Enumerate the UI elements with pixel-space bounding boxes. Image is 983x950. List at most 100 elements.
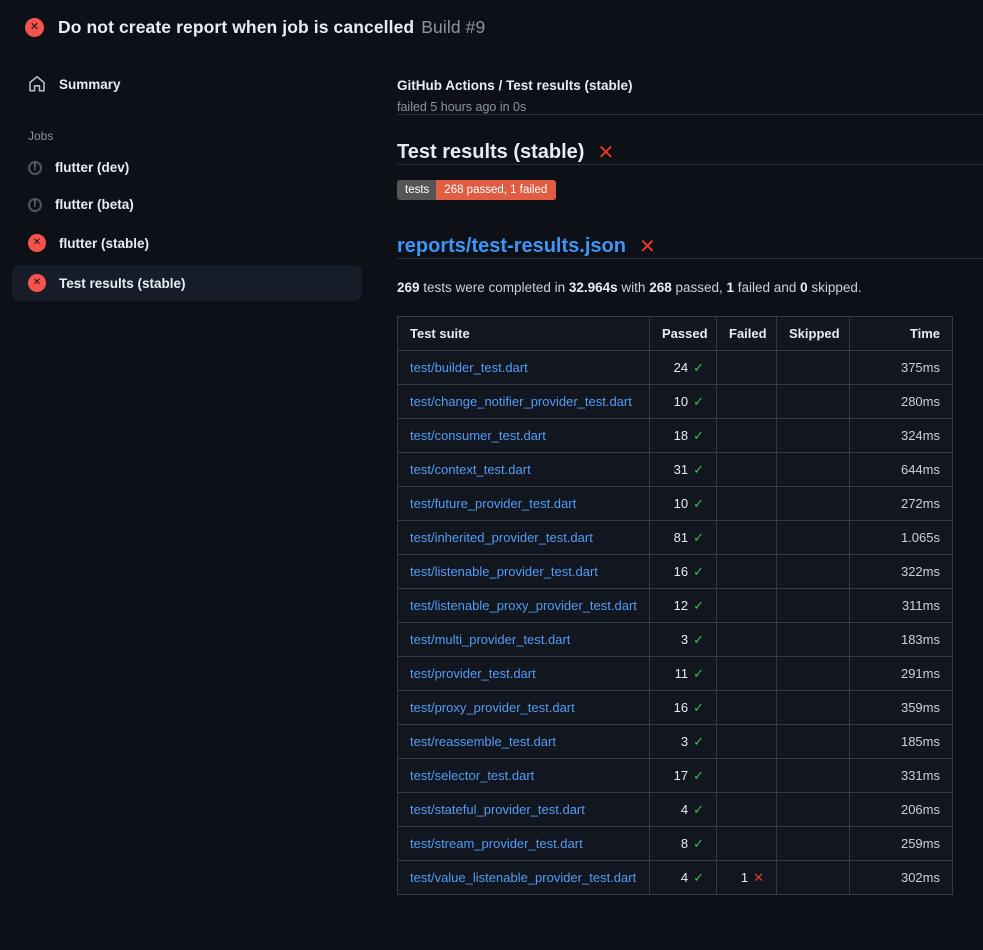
- main-content: GitHub Actions / Test results (stable) f…: [362, 50, 983, 895]
- divider: [397, 114, 983, 115]
- sidebar-item-job[interactable]: ✕ flutter (stable): [12, 225, 362, 261]
- report-file-link[interactable]: reports/test-results.json: [397, 235, 626, 258]
- build-header: ✕ Do not create report when job is cance…: [0, 0, 983, 50]
- breadcrumb: GitHub Actions / Test results (stable): [397, 78, 983, 93]
- page-title: Do not create report when job is cancell…: [58, 17, 485, 38]
- check-icon: ✓: [693, 462, 704, 477]
- badge-value: 268 passed, 1 failed: [436, 180, 556, 200]
- sidebar-item-job[interactable]: ✕ Test results (stable): [12, 265, 362, 301]
- time-value: 644ms: [850, 453, 953, 487]
- check-icon: ✓: [693, 564, 704, 579]
- x-icon: ✕: [753, 870, 764, 885]
- time-value: 302ms: [850, 861, 953, 895]
- time-value: 1.065s: [850, 521, 953, 555]
- job-label: flutter (stable): [59, 236, 149, 251]
- section-title: Test results (stable): [397, 141, 584, 164]
- divider: [397, 258, 983, 259]
- check-icon: ✓: [693, 530, 704, 545]
- test-suite-link[interactable]: test/provider_test.dart: [410, 666, 536, 681]
- check-icon: ✓: [693, 734, 704, 749]
- check-icon: ✓: [693, 496, 704, 511]
- test-suite-link[interactable]: test/listenable_proxy_provider_test.dart: [410, 598, 637, 613]
- table-row: test/consumer_test.dart 18✓ 324ms: [398, 419, 953, 453]
- check-icon: ✓: [693, 394, 704, 409]
- cancelled-icon: !: [28, 198, 42, 212]
- cancelled-icon: !: [28, 161, 42, 175]
- time-value: 291ms: [850, 657, 953, 691]
- table-row: test/multi_provider_test.dart 3✓ 183ms: [398, 623, 953, 657]
- table-row: test/stateful_provider_test.dart 4✓ 206m…: [398, 793, 953, 827]
- test-suite-link[interactable]: test/builder_test.dart: [410, 360, 528, 375]
- build-number: Build #9: [421, 17, 485, 37]
- check-icon: ✓: [693, 802, 704, 817]
- test-suite-link[interactable]: test/inherited_provider_test.dart: [410, 530, 593, 545]
- test-suite-link[interactable]: test/change_notifier_provider_test.dart: [410, 394, 632, 409]
- table-row: test/listenable_provider_test.dart 16✓ 3…: [398, 555, 953, 589]
- check-icon: ✓: [693, 666, 704, 681]
- failed-icon: ✕: [28, 274, 46, 292]
- table-row: test/change_notifier_provider_test.dart …: [398, 385, 953, 419]
- time-value: 331ms: [850, 759, 953, 793]
- sidebar-jobs: ! flutter (dev) ! flutter (beta) ✕ flutt…: [12, 151, 362, 301]
- test-suite-link[interactable]: test/value_listenable_provider_test.dart: [410, 870, 636, 885]
- table-row: test/future_provider_test.dart 10✓ 272ms: [398, 487, 953, 521]
- run-meta: failed 5 hours ago in 0s: [397, 100, 983, 114]
- check-icon: ✓: [693, 836, 704, 851]
- table-row: test/selector_test.dart 17✓ 331ms: [398, 759, 953, 793]
- sidebar-item-summary[interactable]: Summary: [12, 66, 362, 102]
- time-value: 359ms: [850, 691, 953, 725]
- column-header-time: Time: [850, 317, 953, 351]
- column-header-skipped: Skipped: [777, 317, 850, 351]
- failed-icon: ✕: [28, 234, 46, 252]
- time-value: 322ms: [850, 555, 953, 589]
- test-suite-link[interactable]: test/stream_provider_test.dart: [410, 836, 583, 851]
- sidebar: Summary Jobs ! flutter (dev) ! flutter (…: [0, 50, 362, 301]
- table-row: test/reassemble_test.dart 3✓ 185ms: [398, 725, 953, 759]
- table-row: test/value_listenable_provider_test.dart…: [398, 861, 953, 895]
- time-value: 206ms: [850, 793, 953, 827]
- results-table: Test suite Passed Failed Skipped Time te…: [397, 316, 953, 895]
- time-value: 259ms: [850, 827, 953, 861]
- test-suite-link[interactable]: test/future_provider_test.dart: [410, 496, 576, 511]
- test-suite-link[interactable]: test/proxy_provider_test.dart: [410, 700, 575, 715]
- check-icon: ✓: [693, 700, 704, 715]
- table-row: test/context_test.dart 31✓ 644ms: [398, 453, 953, 487]
- column-header-test-suite: Test suite: [398, 317, 650, 351]
- sidebar-item-job[interactable]: ! flutter (beta): [12, 188, 362, 221]
- check-icon: ✓: [693, 428, 704, 443]
- badge-label: tests: [397, 180, 436, 200]
- time-value: 185ms: [850, 725, 953, 759]
- table-row: test/inherited_provider_test.dart 81✓ 1.…: [398, 521, 953, 555]
- summary-text: 269 tests were completed in 32.964s with…: [397, 280, 983, 295]
- table-header-row: Test suite Passed Failed Skipped Time: [398, 317, 953, 351]
- check-icon: ✓: [693, 870, 704, 885]
- job-label: Test results (stable): [59, 276, 186, 291]
- test-suite-link[interactable]: test/listenable_provider_test.dart: [410, 564, 598, 579]
- time-value: 311ms: [850, 589, 953, 623]
- time-value: 280ms: [850, 385, 953, 419]
- time-value: 183ms: [850, 623, 953, 657]
- sidebar-item-label: Summary: [59, 77, 121, 92]
- check-icon: ✓: [693, 768, 704, 783]
- test-suite-link[interactable]: test/context_test.dart: [410, 462, 531, 477]
- home-icon: [28, 75, 46, 93]
- results-table-body: test/builder_test.dart 24✓ 375ms test/ch…: [398, 351, 953, 895]
- table-row: test/builder_test.dart 24✓ 375ms: [398, 351, 953, 385]
- table-row: test/proxy_provider_test.dart 16✓ 359ms: [398, 691, 953, 725]
- check-icon: ✓: [693, 632, 704, 647]
- table-row: test/stream_provider_test.dart 8✓ 259ms: [398, 827, 953, 861]
- failed-x-icon: ✕: [597, 143, 614, 163]
- time-value: 324ms: [850, 419, 953, 453]
- test-suite-link[interactable]: test/stateful_provider_test.dart: [410, 802, 585, 817]
- jobs-section-label: Jobs: [28, 129, 362, 143]
- time-value: 375ms: [850, 351, 953, 385]
- test-suite-link[interactable]: test/consumer_test.dart: [410, 428, 546, 443]
- table-row: test/provider_test.dart 11✓ 291ms: [398, 657, 953, 691]
- test-suite-link[interactable]: test/multi_provider_test.dart: [410, 632, 570, 647]
- test-suite-link[interactable]: test/reassemble_test.dart: [410, 734, 556, 749]
- test-suite-link[interactable]: test/selector_test.dart: [410, 768, 534, 783]
- column-header-passed: Passed: [650, 317, 717, 351]
- sidebar-item-job[interactable]: ! flutter (dev): [12, 151, 362, 184]
- job-label: flutter (beta): [55, 197, 134, 212]
- failed-status-icon: ✕: [25, 18, 44, 37]
